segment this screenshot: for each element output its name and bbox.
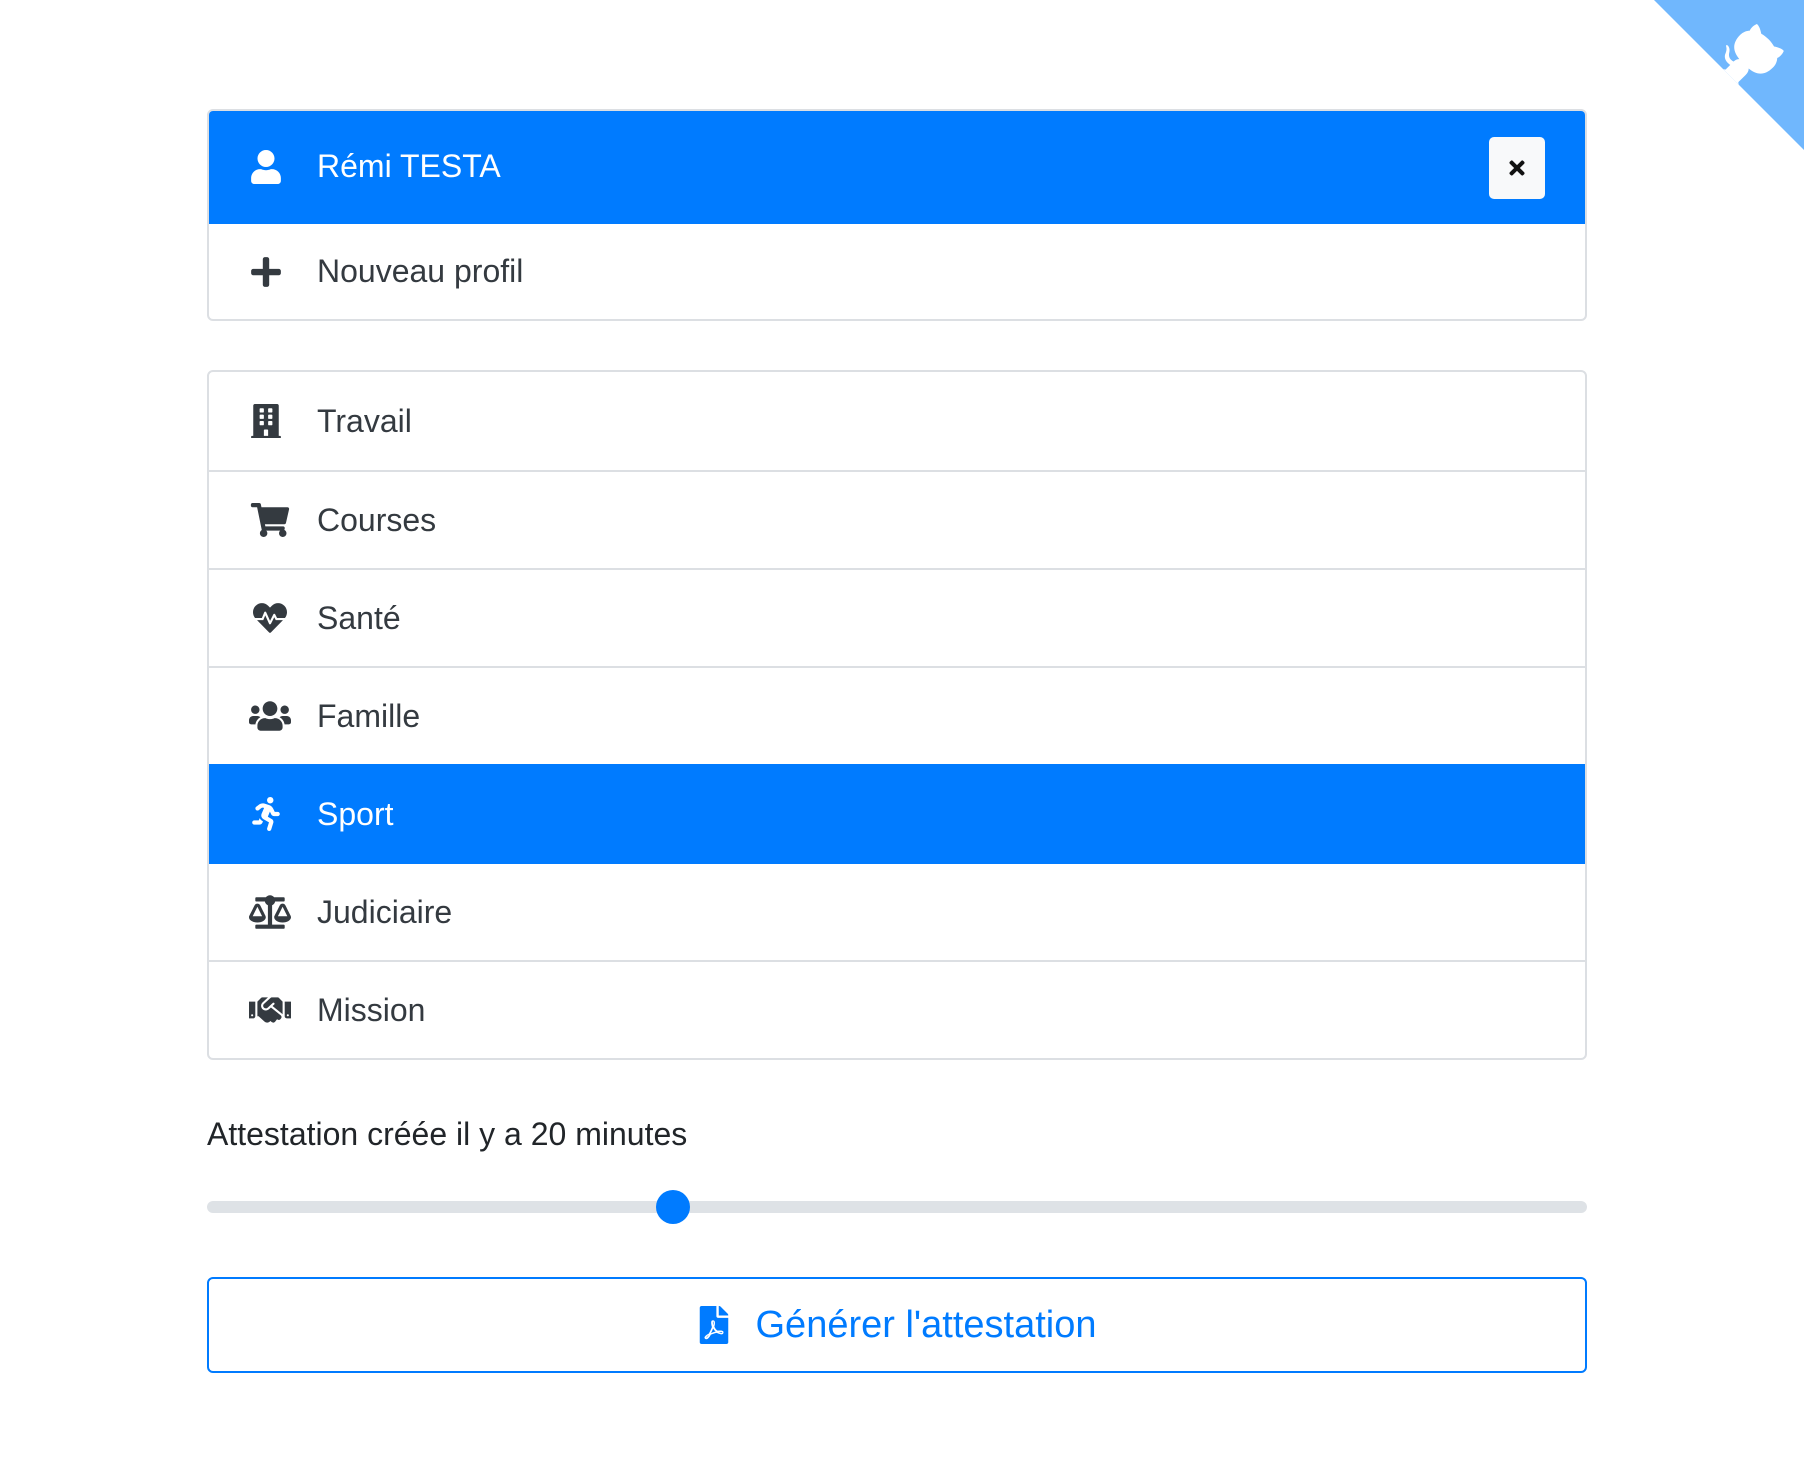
time-offset-slider[interactable]	[207, 1187, 1587, 1227]
reason-item-sport[interactable]: Sport	[209, 764, 1585, 862]
reason-item-sante[interactable]: Santé	[209, 568, 1585, 666]
reason-label: Famille	[317, 697, 421, 734]
reason-item-courses[interactable]: Courses	[209, 470, 1585, 568]
reason-item-travail[interactable]: Travail	[209, 372, 1585, 470]
balance-scale-icon	[249, 895, 291, 929]
new-profile-label: Nouveau profil	[317, 253, 524, 289]
generate-attestation-button[interactable]: Générer l'attestation	[207, 1277, 1587, 1373]
user-icon	[249, 149, 283, 184]
building-icon	[249, 404, 283, 438]
main-container: Rémi TESTA Nouveau profil Travail Course…	[207, 109, 1587, 1373]
reason-label: Travail	[317, 402, 412, 439]
reason-label: Sport	[317, 795, 394, 832]
profile-name: Rémi TESTA	[317, 148, 501, 184]
handshake-icon	[249, 993, 291, 1027]
reason-list: Travail Courses Santé Famille Sport Judi…	[207, 370, 1587, 1060]
generate-button-label: Générer l'attestation	[755, 1303, 1097, 1346]
plus-icon	[249, 255, 283, 289]
new-profile-button[interactable]: Nouveau profil	[209, 222, 1585, 319]
close-icon	[1509, 160, 1525, 176]
running-icon	[249, 797, 283, 831]
file-pdf-icon	[698, 1306, 730, 1344]
reason-item-judiciaire[interactable]: Judiciaire	[209, 862, 1585, 960]
reason-label: Santé	[317, 599, 401, 636]
slider-thumb[interactable]	[656, 1190, 691, 1224]
remove-profile-button[interactable]	[1489, 137, 1545, 199]
github-corner-link[interactable]	[1654, 0, 1804, 150]
profile-list: Rémi TESTA Nouveau profil	[207, 109, 1587, 321]
heartbeat-icon	[249, 601, 291, 635]
slider-track[interactable]	[207, 1201, 1587, 1213]
profile-item-selected[interactable]: Rémi TESTA	[209, 111, 1585, 222]
reason-label: Courses	[317, 501, 437, 538]
users-icon	[249, 699, 291, 733]
page: Rémi TESTA Nouveau profil Travail Course…	[0, 0, 1804, 1470]
shopping-cart-icon	[249, 503, 291, 537]
reason-item-mission[interactable]: Mission	[209, 960, 1585, 1058]
attestation-status-text: Attestation créée il y a 20 minutes	[207, 1116, 688, 1152]
reason-label: Mission	[317, 991, 426, 1028]
reason-item-famille[interactable]: Famille	[209, 666, 1585, 764]
reason-label: Judiciaire	[317, 893, 453, 930]
